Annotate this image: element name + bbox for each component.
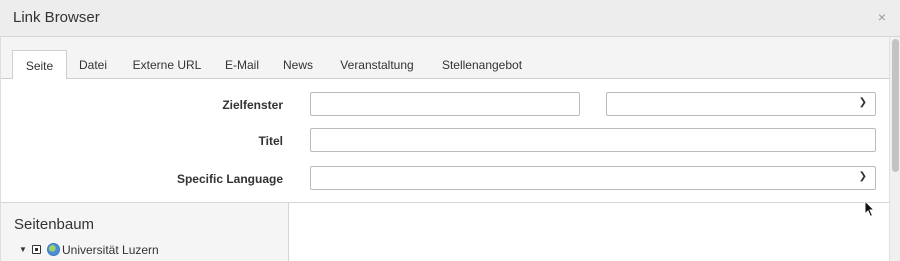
zielfenster-select[interactable]: ❯: [606, 92, 876, 116]
link-options-form: Zielfenster ❯ Titel Specific Language ❯: [1, 79, 890, 203]
specific-language-label: Specific Language: [176, 172, 283, 186]
tab-e-mail[interactable]: E-Mail: [218, 50, 266, 80]
tab-veranstaltung[interactable]: Veranstaltung: [331, 50, 423, 80]
chevron-down-icon: ❯: [858, 97, 867, 108]
dialog-body: Seite Datei Externe URL E-Mail News Vera…: [0, 37, 890, 261]
specific-language-select[interactable]: ❯: [310, 166, 876, 190]
tab-bar: Seite Datei Externe URL E-Mail News Vera…: [1, 37, 890, 80]
chevron-down-icon: ❯: [858, 171, 867, 182]
page-content-panel: [290, 203, 890, 261]
scrollbar-thumb[interactable]: [892, 39, 899, 172]
tree-node-label[interactable]: Universität Luzern: [62, 243, 159, 257]
expand-caret-icon[interactable]: ▼: [19, 245, 27, 254]
tab-externe-url[interactable]: Externe URL: [125, 50, 209, 80]
scrollbar[interactable]: [889, 37, 900, 261]
close-icon[interactable]: ×: [878, 9, 886, 25]
mouse-cursor-icon: [864, 200, 876, 218]
tab-news[interactable]: News: [277, 50, 319, 80]
collapse-box-icon[interactable]: [32, 245, 41, 254]
zielfenster-input[interactable]: [310, 92, 580, 116]
tab-datei[interactable]: Datei: [72, 50, 114, 80]
titel-label: Titel: [258, 134, 283, 148]
tab-seite[interactable]: Seite: [12, 50, 67, 80]
titel-input[interactable]: [310, 128, 876, 152]
zielfenster-label: Zielfenster: [222, 98, 283, 112]
page-tree-panel: Seitenbaum ▼ Universität Luzern: [1, 203, 289, 261]
dialog-header: Link Browser ×: [0, 0, 900, 37]
tab-stellenangebot[interactable]: Stellenangebot: [433, 50, 531, 80]
dialog-title: Link Browser: [13, 9, 100, 26]
page-tree-title: Seitenbaum: [14, 216, 95, 233]
globe-icon: [47, 243, 60, 256]
